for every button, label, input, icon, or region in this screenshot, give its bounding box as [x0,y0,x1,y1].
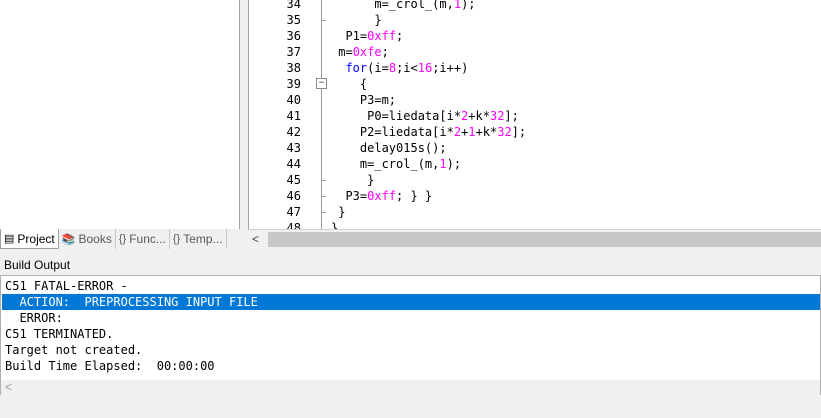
build-output-line[interactable]: ERROR: [5,310,818,326]
code-line[interactable]: } [331,220,338,229]
books-icon: 📚 [61,233,76,246]
code-line[interactable]: P3=0xff; } } [331,188,432,204]
tab-templates[interactable]: {} Temp... [170,229,227,249]
build-output-line[interactable]: C51 FATAL-ERROR - [5,278,818,294]
code-line[interactable]: for(i=8;i<16;i++) [331,60,468,76]
build-output-line-selected[interactable]: ACTION: PREPROCESSING INPUT FILE [2,294,820,310]
tab-functions-label: Func... [129,232,166,246]
code-line[interactable]: m=0xfe; [331,44,389,60]
line-number: 35 [286,13,301,27]
line-number: 48 [286,221,301,229]
line-number: 41 [286,109,301,123]
build-output-title: Build Output [0,256,821,274]
code-line[interactable]: m=_crol_(m,1); [331,156,461,172]
tab-templates-label: Temp... [183,232,223,246]
code-line[interactable]: P1=0xff; [331,28,403,44]
line-number: 38 [286,61,301,75]
line-number: 46 [286,189,301,203]
fold-end-marker [321,20,326,21]
code-line[interactable]: m=_crol_(m,1); [331,0,475,12]
code-line[interactable]: delay015s(); [331,140,447,156]
line-number: 42 [286,125,301,139]
functions-icon: {} [118,233,127,245]
build-output-line[interactable]: Build Time Elapsed: 00:00:00 [5,358,818,374]
line-number: 37 [286,45,301,59]
line-number: 45 [286,173,301,187]
project-panel[interactable] [0,0,240,229]
fold-guide [321,0,322,229]
fold-end-marker [321,212,326,213]
line-number-gutter: 34 35 36 37 38 39 40 41 42 43 44 45 46 47 48 [249,0,311,229]
line-number: 47 [286,205,301,219]
code-line[interactable]: } [331,172,374,188]
tab-project[interactable]: ▤ Project [0,229,59,249]
line-number: 36 [286,29,301,43]
left-panel-tabs: ▤ Project 📚 Books {} Func... {} Temp... [0,229,244,249]
scroll-left-icon[interactable]: < [252,232,259,246]
editor-horizontal-scrollbar[interactable]: < [248,229,821,249]
tab-books[interactable]: 📚 Books [59,229,116,249]
status-bar [0,396,821,418]
line-number: 44 [286,157,301,171]
build-output-horizontal-scrollbar[interactable]: < [1,380,820,395]
line-number: 40 [286,93,301,107]
build-output-line[interactable]: C51 TERMINATED. [5,326,818,342]
code-line[interactable]: } [331,12,381,28]
tab-project-label: Project [17,231,55,246]
line-number: 34 [286,0,301,11]
ide-window: ▤ Project 📚 Books {} Func... {} Temp... … [0,0,821,418]
fold-end-marker [321,196,326,197]
line-number: 43 [286,141,301,155]
scroll-left-icon[interactable]: < [5,380,12,394]
code-editor[interactable]: 34 35 36 37 38 39 40 41 42 43 44 45 46 47 48 m=_crol_(… [248,0,821,229]
tab-functions[interactable]: {} Func... [116,229,170,249]
code-line[interactable]: P2=liedata[i*2+1+k*32]; [331,124,526,140]
tab-books-label: Books [78,232,112,246]
templates-icon: {} [172,233,181,245]
project-icon: ▤ [4,233,15,245]
code-line[interactable]: P0=liedata[i*2+k*32]; [331,108,519,124]
code-line[interactable]: P3=m; [331,92,396,108]
fold-collapse-icon[interactable]: − [316,78,327,89]
line-number: 39 [286,77,301,91]
scrollbar-thumb[interactable] [268,232,821,247]
project-panel-scrollbar[interactable] [240,0,244,229]
code-line[interactable]: } [331,204,345,220]
code-line[interactable]: { [331,76,367,92]
build-output-line[interactable]: Target not created. [5,342,818,358]
fold-end-marker [321,180,326,181]
build-output-panel[interactable]: C51 FATAL-ERROR - ACTION: PREPROCESSING … [0,275,821,395]
